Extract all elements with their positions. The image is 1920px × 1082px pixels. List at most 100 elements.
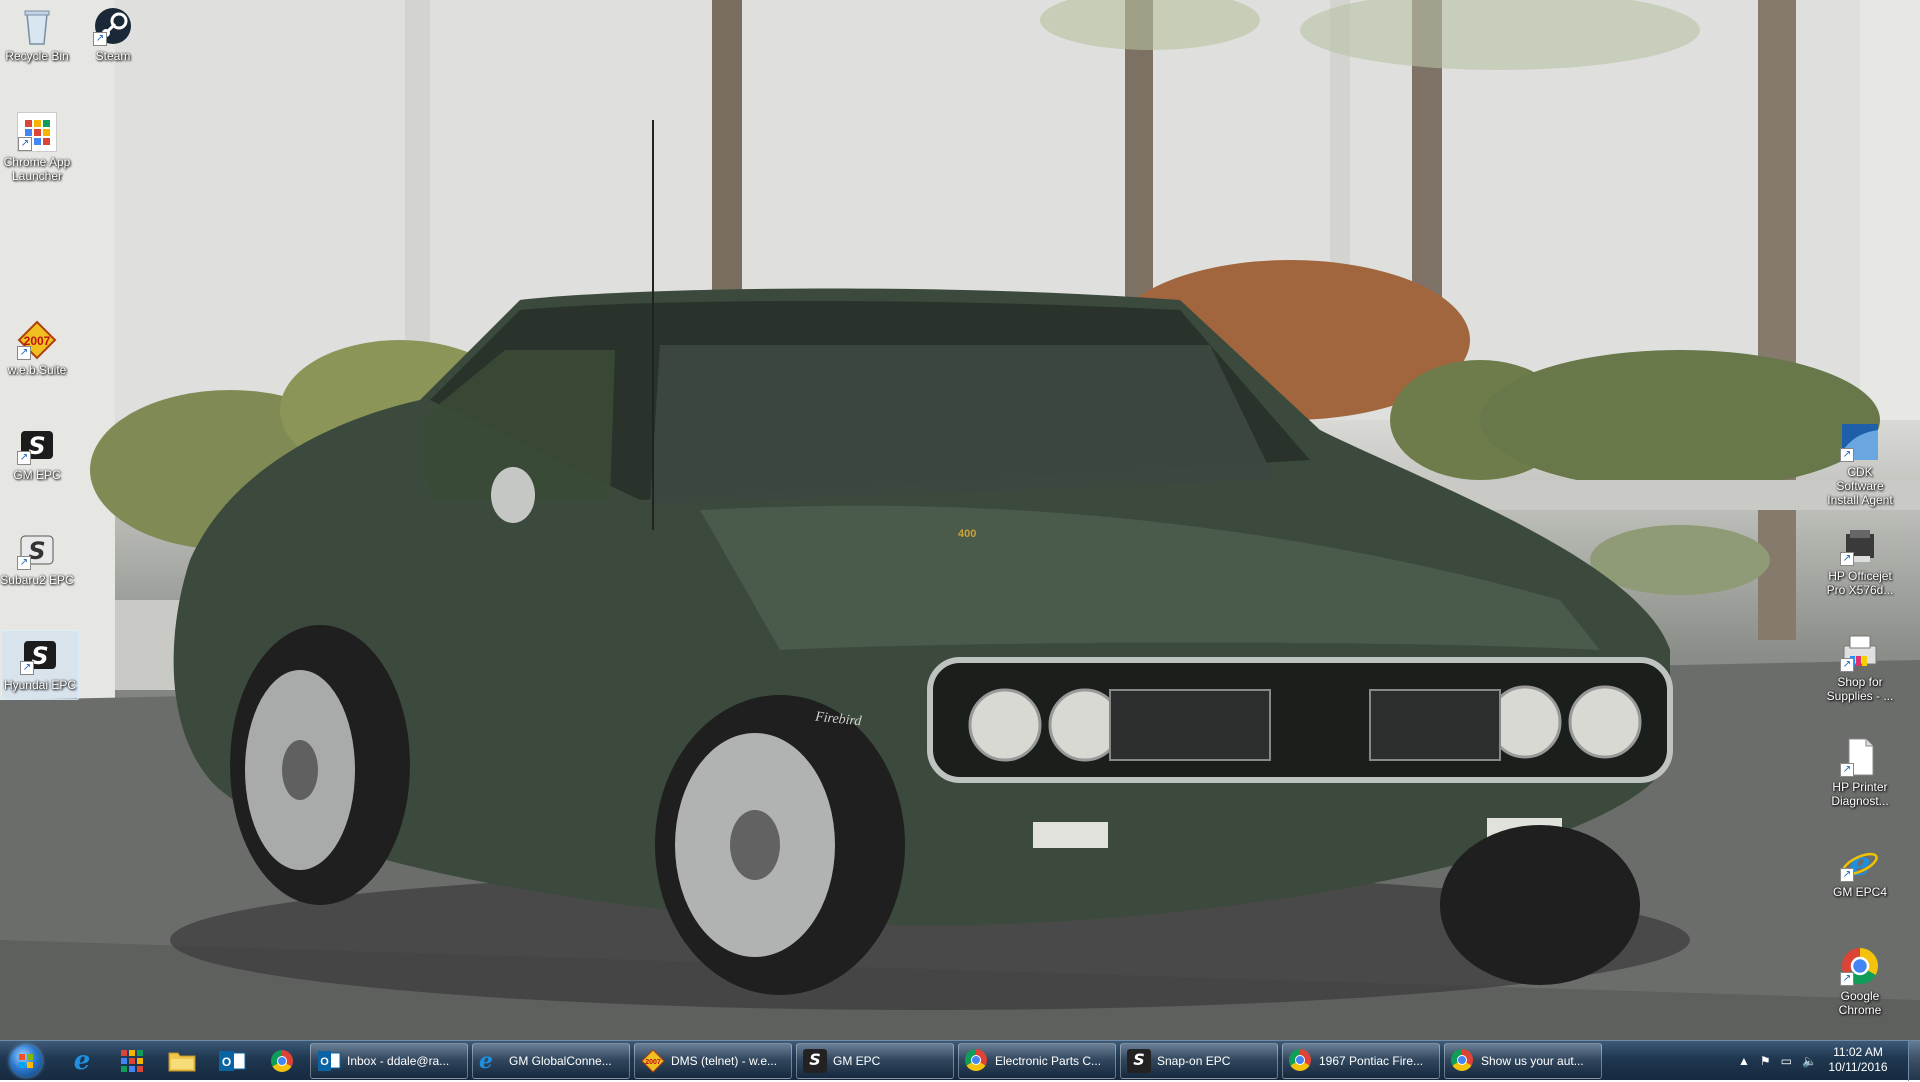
chrome-icon: [965, 1049, 987, 1071]
desktop-icon-label: Hyundai EPC: [3, 678, 77, 692]
taskbar-button-snapon-epc[interactable]: S Snap-on EPC: [1120, 1043, 1278, 1079]
clock-time: 11:02 AM: [1833, 1045, 1883, 1059]
shortcut-arrow-icon: ↗: [1840, 972, 1854, 986]
system-clock[interactable]: 11:02 AM 10/11/2016: [1820, 1045, 1896, 1075]
shortcut-arrow-icon: ↗: [1840, 552, 1854, 566]
desktop-icon-label: Chrome App Launcher: [3, 155, 71, 183]
desktop-icon-label: HP Printer Diagnost...: [1831, 780, 1889, 808]
printer-supplies-icon: ↗: [1840, 632, 1880, 672]
desktop-icon-label: HP Officejet Pro X576d...: [1826, 569, 1894, 597]
desktop-icon-hyundai-epc[interactable]: S ↗ Hyundai EPC: [1, 630, 79, 700]
snapon-epc-icon: S: [1127, 1049, 1151, 1073]
pinned-app-launcher[interactable]: [110, 1044, 154, 1078]
desktop-icon-label: Steam: [95, 49, 131, 63]
svg-text:O: O: [320, 1056, 329, 1068]
pinned-outlook[interactable]: O: [210, 1044, 254, 1078]
shortcut-arrow-icon: ↗: [1840, 868, 1854, 882]
desktop-icon-chrome-app-launcher[interactable]: ↗ Chrome App Launcher: [0, 112, 75, 183]
taskbar-button-label: DMS (telnet) - w.e...: [671, 1054, 778, 1068]
snapon-epc-icon: S ↗: [20, 635, 60, 675]
file-explorer-icon: [168, 1052, 196, 1072]
desktop-icon-subaru2-epc[interactable]: S ↗ Subaru2 EPC: [0, 530, 75, 587]
desktop-icon-recycle-bin[interactable]: Recycle Bin: [0, 6, 75, 63]
taskbar-button-1967-pontiac[interactable]: 1967 Pontiac Fire...: [1282, 1043, 1440, 1079]
web-suite-icon: 2007: [641, 1049, 665, 1073]
show-hidden-icons-icon[interactable]: ▲: [1738, 1054, 1750, 1068]
network-icon[interactable]: ▭: [1781, 1054, 1792, 1068]
system-tray: ▲ ⚑ ▭ 🔈: [1733, 1041, 1822, 1081]
start-button[interactable]: [4, 1044, 48, 1078]
desktop-icon-label: GM EPC: [13, 468, 61, 482]
pinned-internet-explorer[interactable]: e: [60, 1044, 104, 1078]
outlook-icon: O: [219, 1051, 246, 1071]
taskbar-button-label: 1967 Pontiac Fire...: [1319, 1054, 1424, 1068]
svg-text:2007: 2007: [645, 1059, 661, 1066]
shortcut-arrow-icon: ↗: [20, 661, 34, 675]
shortcut-arrow-icon: ↗: [1840, 658, 1854, 672]
taskbar-button-show-us-your-aut[interactable]: Show us your aut...: [1444, 1043, 1602, 1079]
taskbar-button-label: Electronic Parts C...: [995, 1054, 1102, 1068]
taskbar-button-electronic-parts[interactable]: Electronic Parts C...: [958, 1043, 1116, 1079]
clock-date: 10/11/2016: [1828, 1060, 1888, 1074]
desktop-icon-label: Recycle Bin: [5, 49, 69, 63]
document-icon: ↗: [1840, 737, 1880, 777]
desktop-icon-label: GM EPC4: [1832, 885, 1887, 899]
cdk-icon: ↗: [1840, 422, 1880, 462]
show-desktop-button[interactable]: [1908, 1041, 1920, 1081]
taskbar-button-outlook-inbox[interactable]: O Inbox - ddale@ra...: [310, 1043, 468, 1079]
windows-logo-icon: [10, 1045, 42, 1077]
taskbar-button-label: Snap-on EPC: [1157, 1054, 1231, 1068]
taskbar-button-gm-epc[interactable]: S GM EPC: [796, 1043, 954, 1079]
desktop-icon-label: Shop for Supplies - ...: [1826, 675, 1894, 703]
taskbar-button-label: Inbox - ddale@ra...: [347, 1054, 450, 1068]
desktop-icon-shop-supplies[interactable]: ↗ Shop for Supplies - ...: [1822, 632, 1898, 703]
task-icon-wrap: [965, 1049, 989, 1073]
task-icon-wrap: [1451, 1049, 1475, 1073]
steam-icon: ↗: [93, 6, 133, 46]
internet-explorer-icon: e: [73, 1046, 91, 1076]
wallpaper-car-photo: [0, 0, 1920, 1040]
app-launcher-icon: ↗: [17, 112, 57, 152]
desktop-icon-steam[interactable]: ↗ Steam: [75, 6, 151, 63]
taskbar: e O O Inbox - ddale@ra... e GM GlobalCon…: [0, 1040, 1920, 1081]
volume-icon[interactable]: 🔈: [1802, 1054, 1817, 1068]
pinned-chrome[interactable]: [260, 1044, 304, 1078]
desktop-icon-google-chrome[interactable]: ↗ Google Chrome: [1822, 946, 1898, 1017]
desktop-icon-hp-printer-diagnostics[interactable]: ↗ HP Printer Diagnost...: [1822, 737, 1898, 808]
shortcut-arrow-icon: ↗: [1840, 448, 1854, 462]
shortcut-arrow-icon: ↗: [93, 32, 107, 46]
taskbar-button-label: GM EPC: [833, 1054, 881, 1068]
shortcut-arrow-icon: ↗: [17, 346, 31, 360]
action-center-flag-icon[interactable]: ⚑: [1760, 1054, 1771, 1068]
snapon-epc-icon: S: [803, 1049, 827, 1073]
snapon-epc-icon: S ↗: [17, 530, 57, 570]
shortcut-arrow-icon: ↗: [17, 556, 31, 570]
desktop-icon-label: Subaru2 EPC: [0, 573, 74, 587]
web-suite-icon: 2007 ↗: [17, 320, 57, 360]
desktop-wallpaper: 400 Firebird: [0, 0, 1920, 1080]
outlook-icon: O: [318, 1051, 341, 1071]
internet-explorer-icon: e: [479, 1048, 493, 1074]
shortcut-arrow-icon: ↗: [18, 137, 32, 151]
hood-badge: 400: [958, 528, 977, 540]
taskbar-button-dms-telnet[interactable]: 2007 DMS (telnet) - w.e...: [634, 1043, 792, 1079]
svg-text:O: O: [222, 1055, 231, 1069]
chrome-icon: [1451, 1049, 1473, 1071]
desktop-icon-hp-officejet[interactable]: ↗ HP Officejet Pro X576d...: [1822, 526, 1898, 597]
task-icon-wrap: [1289, 1049, 1313, 1073]
taskbar-button-gm-globalconnect[interactable]: e GM GlobalConne...: [472, 1043, 630, 1079]
snapon-epc-icon: S ↗: [17, 425, 57, 465]
desktop-icon-gm-epc4[interactable]: e ↗ GM EPC4: [1822, 842, 1898, 899]
taskbar-button-label: GM GlobalConne...: [509, 1054, 612, 1068]
chrome-icon: ↗: [1840, 946, 1880, 986]
app-launcher-icon: [121, 1050, 143, 1072]
shortcut-arrow-icon: ↗: [1840, 763, 1854, 777]
desktop-icon-cdk-software[interactable]: ↗ CDK Software Install Agent: [1822, 422, 1898, 507]
desktop-icon-gm-epc[interactable]: S ↗ GM EPC: [0, 425, 75, 482]
desktop-icon-web-suite[interactable]: 2007 ↗ w.e.b.Suite: [0, 320, 75, 377]
ie-icon: e ↗: [1840, 842, 1880, 884]
shortcut-arrow-icon: ↗: [17, 451, 31, 465]
desktop-icon-label: Google Chrome: [1838, 989, 1882, 1017]
printer-icon: ↗: [1840, 526, 1880, 566]
pinned-file-explorer[interactable]: [160, 1044, 204, 1078]
